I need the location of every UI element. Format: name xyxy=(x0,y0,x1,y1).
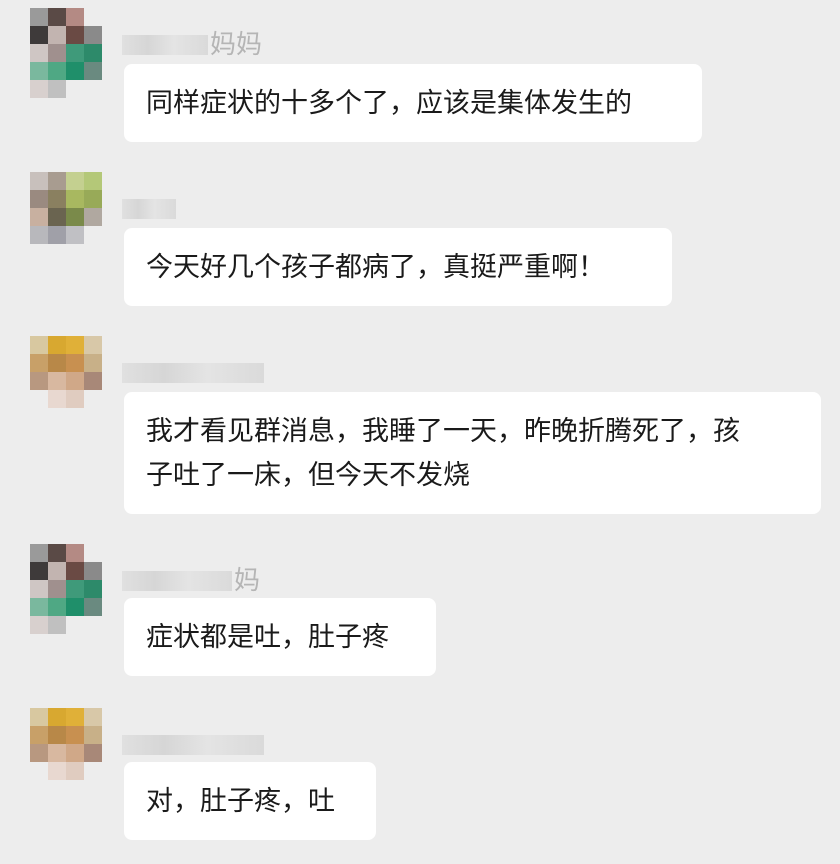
message-bubble[interactable]: 今天好几个孩子都病了，真挺严重啊！ xyxy=(124,228,672,306)
redacted-name xyxy=(122,199,176,219)
avatar[interactable] xyxy=(30,336,102,426)
sender-name xyxy=(122,194,178,224)
redacted-name xyxy=(122,363,264,383)
redacted-name xyxy=(122,35,208,55)
sender-name: 妈 xyxy=(122,566,260,596)
sender-name xyxy=(122,358,266,388)
sender-name-suffix: 妈妈 xyxy=(210,30,263,60)
sender-name xyxy=(122,730,266,760)
avatar[interactable] xyxy=(30,708,102,798)
avatar[interactable] xyxy=(30,172,102,262)
redacted-name xyxy=(122,735,264,755)
message-bubble[interactable]: 同样症状的十多个了，应该是集体发生的 xyxy=(124,64,702,142)
message-bubble[interactable]: 症状都是吐，肚子疼 xyxy=(124,598,436,676)
message-bubble[interactable]: 我才看见群消息，我睡了一天，昨晚折腾死了，孩 子吐了一床，但今天不发烧 xyxy=(124,392,821,514)
redacted-name xyxy=(122,571,232,591)
avatar[interactable] xyxy=(30,544,102,634)
sender-name-suffix: 妈 xyxy=(234,566,261,596)
chat-history[interactable]: 妈妈 同样症状的十多个了，应该是集体发生的 今天好几个孩子都病了，真挺严重啊！ xyxy=(0,0,840,864)
message-bubble[interactable]: 对，肚子疼，吐 xyxy=(124,762,376,840)
sender-name: 妈妈 xyxy=(122,30,262,60)
avatar[interactable] xyxy=(30,8,102,98)
